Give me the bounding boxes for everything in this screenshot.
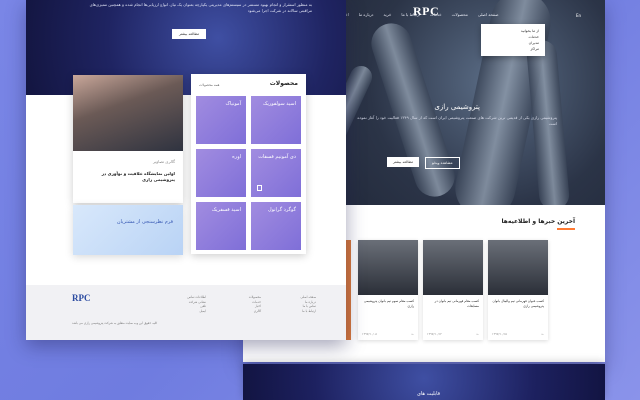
nav-item[interactable]: خرید [383, 12, 391, 17]
gallery-caption: اولین نمایشگاه خلاقیت و نوآوری در پتروشی… [101, 171, 175, 182]
all-products-link[interactable]: همه محصولات [199, 83, 219, 87]
news-image [423, 240, 483, 295]
nav-item[interactable]: ارتباط با ما [401, 12, 420, 17]
footer-column: صفحه اصلی درباره ما تماس با ما ارتباط با… [301, 295, 316, 313]
product-tile[interactable]: آمونیاک [196, 96, 246, 144]
footer-link[interactable]: ارتباط با ما [301, 309, 316, 314]
footer-link[interactable]: صفحه اصلی [301, 295, 316, 300]
product-tile[interactable]: اسید سولفوریک [251, 96, 301, 144]
news-card[interactable]: کسب مقام قهرمانی تیم بانوان در مسابقات ۱… [423, 240, 483, 340]
footer-column: اطلاعات تماس نشانی شرکت تلفن ایمیل [187, 295, 206, 313]
news-image [358, 240, 418, 295]
product-tile-label: دی آمونیم فسفات [258, 154, 296, 160]
copyright-text: کلیه حقوق این وب سایت متعلق به شرکت پترو… [72, 321, 158, 325]
news-date: ۱۳۹۷/۱۰/۱۲ [427, 332, 442, 336]
product-tile[interactable]: گوگرد گرانول [251, 202, 301, 250]
left-page-mockup: به منظور استقرار و انجام بهبود مستمر در … [26, 0, 346, 340]
news-date: ۱۳۹۷/۱۰/۰۸ [362, 332, 377, 336]
survey-card[interactable]: فرم نظرسنجی از مشتریان [73, 205, 183, 255]
arrow-icon[interactable]: ← [476, 332, 479, 336]
news-date: ۱۳۹۷/۱۰/۱۵ [492, 332, 507, 336]
footer-link[interactable]: محصولات [249, 295, 261, 300]
gallery-image [73, 75, 183, 151]
news-card[interactable]: کسب عنوان قهرمانی تیم والیبال بانوان پتر… [488, 240, 548, 340]
footer-column: محصولات خدمات اخبار گالری [249, 295, 261, 313]
footer-link[interactable]: ایمیل [187, 309, 206, 314]
nav-item[interactable]: درباره ما [359, 12, 374, 17]
products-title: محصولات [269, 80, 298, 87]
hero-read-more-button[interactable]: مطالعه بیشتر [172, 29, 207, 39]
products-panel: محصولات همه محصولات اسید سولفوریک آمونیا… [191, 74, 306, 254]
gallery-label: گالری تصاویر [152, 159, 175, 164]
dropdown-item[interactable]: مراکز [487, 46, 539, 52]
gallery-card[interactable]: گالری تصاویر اولین نمایشگاه خلاقیت و نوآ… [73, 75, 183, 203]
news-card[interactable]: کسب مقام سوم تیم بانوان پتروشیمی رازی ۱۳… [358, 240, 418, 340]
footer-link[interactable]: گالری [249, 309, 261, 314]
watch-video-button[interactable]: مشاهده ویدئو [425, 157, 460, 169]
product-tile[interactable]: دی آمونیم فسفات [251, 149, 301, 197]
news-caption: کسب مقام سوم تیم بانوان پتروشیمی رازی [364, 299, 414, 308]
hero-title: پتروشیمی رازی [434, 103, 480, 111]
title-underline [557, 228, 575, 230]
news-caption: کسب عنوان قهرمانی تیم والیبال بانوان پتر… [492, 299, 544, 308]
nav-dropdown: از ما بخوانید خدمات مدیران مراکز [481, 24, 545, 56]
nav-item[interactable]: خدمات [430, 12, 442, 17]
news-section-title: آخرین خبرها و اطلاعیه‌ها [501, 218, 575, 225]
bottom-strip-title: قابلیت های [417, 391, 441, 397]
footer-link[interactable]: اطلاعات تماس [187, 295, 206, 300]
news-card-edge [346, 240, 351, 340]
news-caption: کسب مقام قهرمانی تیم بانوان در مسابقات [434, 299, 479, 308]
language-switch[interactable]: En [576, 13, 581, 18]
bottom-preview-strip: قابلیت های [243, 364, 605, 400]
nav-item[interactable]: صفحه اصلی [478, 12, 499, 17]
arrow-icon[interactable]: ← [411, 332, 414, 336]
survey-text: فرم نظرسنجی از مشتریان [116, 219, 173, 225]
file-icon [257, 185, 262, 191]
footer-logo[interactable]: RPC [72, 293, 91, 303]
product-tile[interactable]: اوره [196, 149, 246, 197]
hero-text: به منظور استقرار و انجام بهبود مستمر در … [89, 2, 312, 13]
arrow-icon[interactable]: ← [541, 332, 544, 336]
hero-description: پتروشیمی رازی یکی از قدیمی ترین شرکت های… [357, 115, 557, 126]
nav-item[interactable]: محصولات [452, 12, 468, 17]
product-tile[interactable]: اسید فسفریک [196, 202, 246, 250]
footer: RPC صفحه اصلی درباره ما تماس با ما ارتبا… [26, 285, 346, 340]
read-more-button[interactable]: مطالعه بیشتر [387, 157, 420, 167]
news-image [488, 240, 548, 295]
